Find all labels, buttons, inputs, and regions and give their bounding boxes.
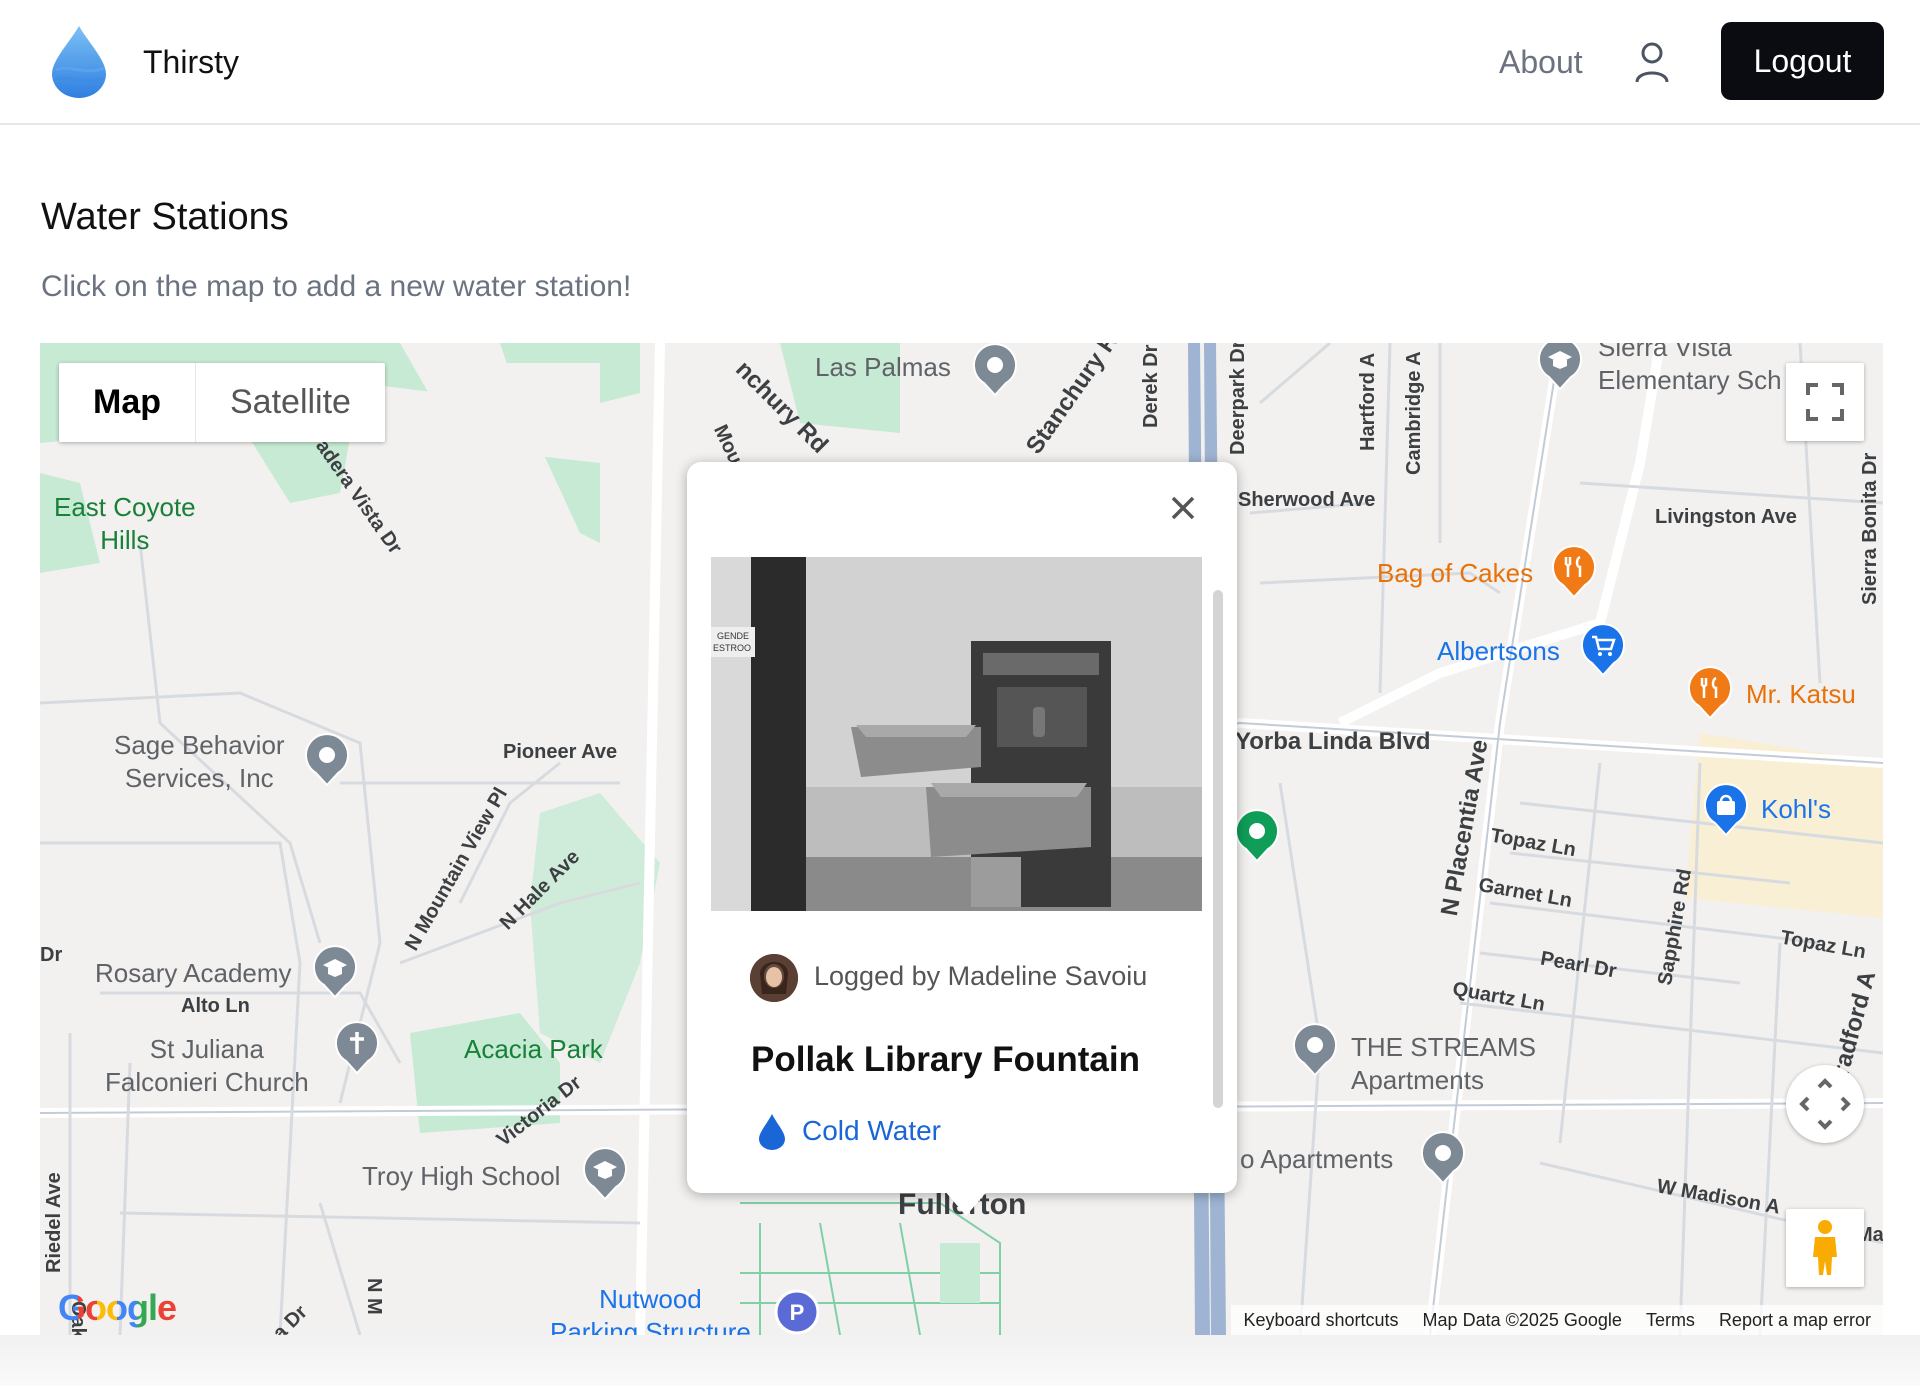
station-info-window: GENDE ESTROO Logged by Madeline Savoiu Po… xyxy=(687,462,1237,1216)
map-pin-las-palmas[interactable] xyxy=(972,343,1018,397)
map-label-las-palmas: Las Palmas xyxy=(815,352,951,382)
map-label-pioneer-ave: Pioneer Ave xyxy=(503,741,618,763)
water-drop-logo-icon[interactable] xyxy=(50,24,108,98)
map-pin-mr-katsu[interactable] xyxy=(1687,666,1733,720)
map-label-troy-high-school: Troy High School xyxy=(362,1161,561,1191)
station-name: Pollak Library Fountain xyxy=(751,1040,1140,1079)
map-label-kohls: Kohl's xyxy=(1761,794,1832,824)
map-pin-troy-high-school[interactable] xyxy=(582,1147,628,1201)
app-title: Thirsty xyxy=(143,44,239,80)
about-link[interactable]: About xyxy=(1499,44,1583,81)
map-label-cambridge-ave: Cambridge A xyxy=(1403,351,1425,475)
map-label-acacia-park: Acacia Park xyxy=(464,1034,603,1064)
map-label-rosary-academy: Rosary Academy xyxy=(95,958,292,988)
info-window-tail xyxy=(944,1190,988,1216)
pegman-icon xyxy=(1813,1220,1837,1275)
map-label-alto-ln: Alto Ln xyxy=(181,995,250,1017)
map-label-derek-dr: Derek Dr xyxy=(1140,344,1162,428)
map-label-riedel-ave: Riedel Ave xyxy=(43,1172,65,1273)
page-title: Water Stations xyxy=(41,196,289,238)
map-type-satellite-button[interactable]: Satellite xyxy=(196,363,385,442)
station-photo: GENDE ESTROO xyxy=(711,557,1202,911)
map-label-sherwood-ave: Sherwood Ave xyxy=(1238,489,1376,511)
map-label-bag-of-cakes: Bag of Cakes xyxy=(1377,558,1534,588)
report-map-error-link[interactable]: Report a map error xyxy=(1719,1305,1871,1335)
station-photo-image: GENDE ESTROO xyxy=(711,557,1202,911)
user-avatar xyxy=(750,954,798,1002)
logged-by-text: Logged by Madeline Savoiu xyxy=(814,961,1148,991)
map-label-sage-behavior: Sage Behavior Services, Inc xyxy=(114,730,285,793)
map-pin-o-apartments[interactable] xyxy=(1420,1131,1466,1185)
map-label-east-coyote-hills: East Coyote Hills xyxy=(54,492,196,555)
camera-control-icon xyxy=(1799,1078,1851,1130)
map-type-control: Map Satellite xyxy=(59,363,385,442)
map-pin-sage-behavior[interactable] xyxy=(304,733,350,787)
user-profile-icon[interactable] xyxy=(1634,40,1670,84)
page-subtitle: Click on the map to add a new water stat… xyxy=(41,270,632,303)
terms-link[interactable]: Terms xyxy=(1646,1305,1695,1335)
map-label-hartford-ave: Hartford A xyxy=(1357,352,1379,451)
map-label-the-streams: THE STREAMS Apartments xyxy=(1351,1032,1536,1095)
map-label-o-apartments: o Apartments xyxy=(1240,1144,1394,1174)
map-label-st-juliana: St Juliana Falconieri Church xyxy=(105,1034,309,1097)
fullscreen-button[interactable] xyxy=(1786,363,1864,441)
map-label-livingston-ave: Livingston Ave xyxy=(1655,506,1797,528)
header: Thirsty About Logout xyxy=(0,0,1920,125)
map-label-dr-left: Dr xyxy=(40,944,63,966)
map-pin-sierra-vista-school[interactable] xyxy=(1537,343,1583,391)
map-type-map-button[interactable]: Map xyxy=(59,363,196,442)
fullscreen-icon xyxy=(1806,383,1844,421)
water-type-tag: Cold Water xyxy=(802,1115,942,1146)
water-station-marker[interactable] xyxy=(1234,809,1280,863)
map-label-mr-katsu: Mr. Katsu xyxy=(1746,679,1856,709)
map-label-nutwood-parking: Nutwood Parking Structure xyxy=(550,1284,751,1335)
map-attribution: Keyboard shortcuts Map Data ©2025 Google… xyxy=(1231,1305,1883,1335)
map-label-sierra-bonita-dr: Sierra Bonita Dr xyxy=(1859,452,1881,605)
page-bottom-band xyxy=(0,1335,1920,1386)
map-data-label: Map Data ©2025 Google xyxy=(1422,1310,1622,1330)
camera-control-button[interactable] xyxy=(1786,1065,1864,1143)
svg-text:P: P xyxy=(790,1300,805,1325)
map-label-albertsons: Albertsons xyxy=(1437,636,1560,666)
close-icon[interactable] xyxy=(1163,488,1203,528)
street-view-button[interactable] xyxy=(1786,1209,1864,1287)
map-pin-bag-of-cakes[interactable] xyxy=(1551,545,1597,599)
map-label-deerpark-dr: Deerpark Dr xyxy=(1227,343,1249,455)
map-pin-nutwood-parking[interactable]: P xyxy=(774,1289,820,1335)
map-label-yorba-linda-blvd: Yorba Linda Blvd xyxy=(1235,728,1431,755)
map-pin-albertsons[interactable] xyxy=(1580,623,1626,677)
water-drop-icon xyxy=(759,1114,785,1150)
map-label-sierra-vista: Sierra Vista Elementary Sch xyxy=(1598,343,1782,395)
map-pin-st-juliana-church[interactable] xyxy=(334,1021,380,1075)
keyboard-shortcuts-link[interactable]: Keyboard shortcuts xyxy=(1243,1305,1398,1335)
map-pin-rosary-academy[interactable] xyxy=(312,945,358,999)
map-label-n-m: N M xyxy=(363,1278,385,1315)
map-pin-kohls[interactable] xyxy=(1703,783,1749,837)
info-window-scrollbar[interactable] xyxy=(1213,590,1223,1108)
google-logo[interactable]: Google xyxy=(58,1287,177,1329)
logout-button[interactable]: Logout xyxy=(1721,22,1884,100)
map-pin-the-streams[interactable] xyxy=(1292,1023,1338,1077)
